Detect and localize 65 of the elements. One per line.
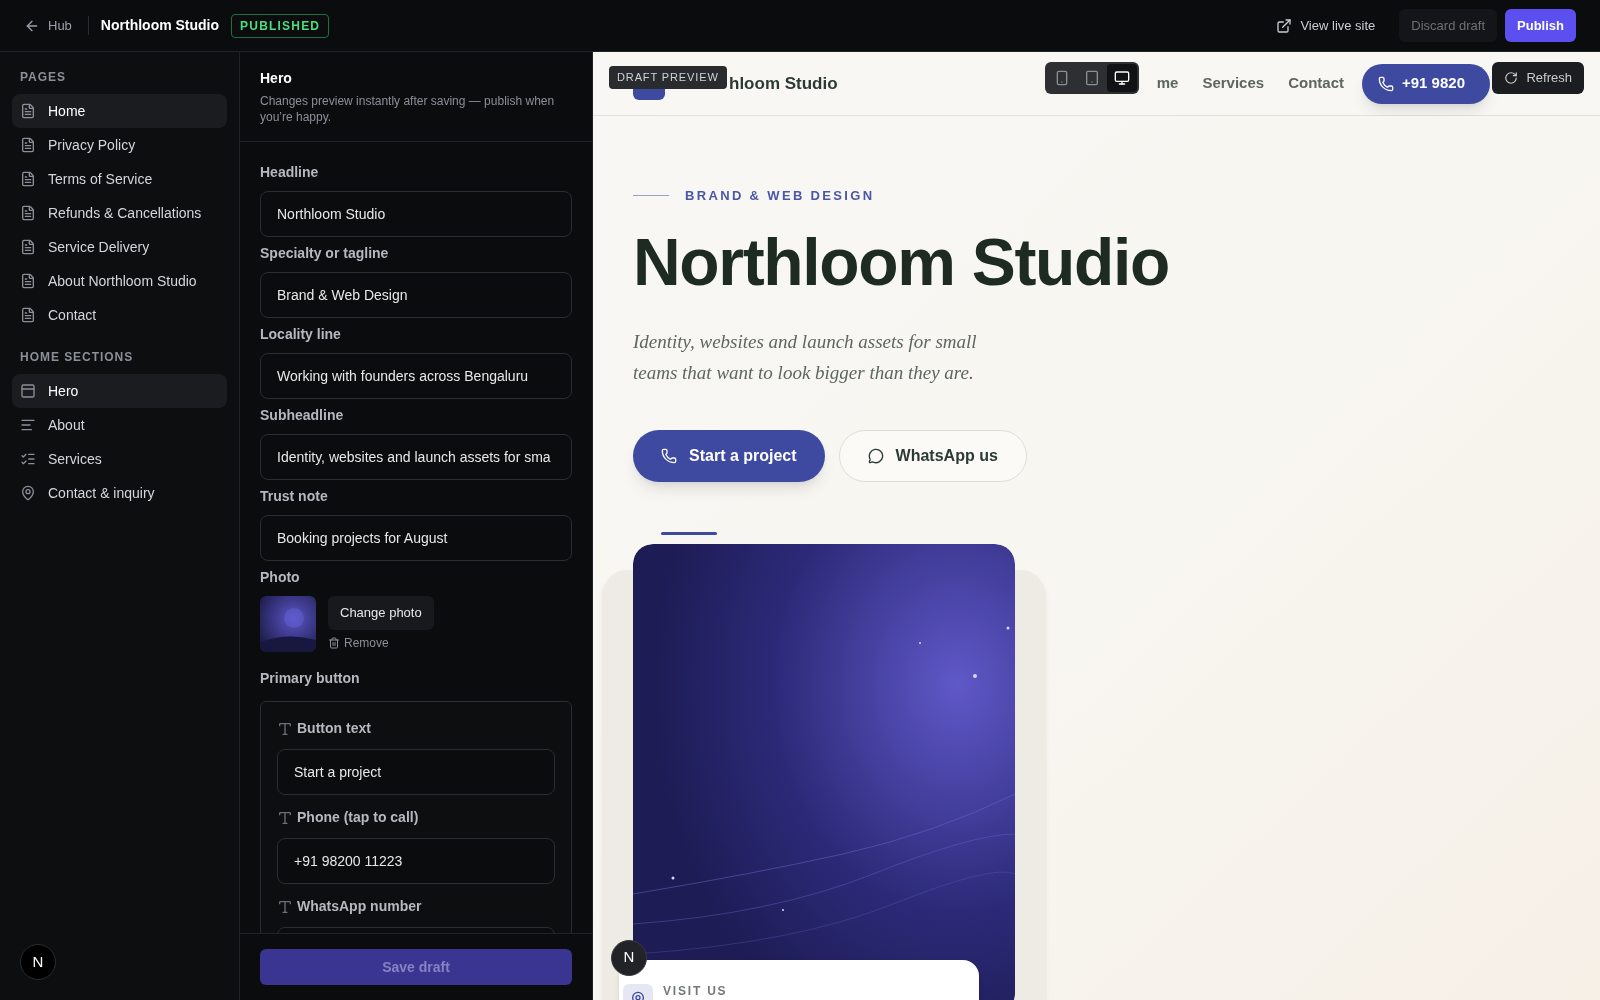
whatsapp-button[interactable]: WhatsApp us [838, 429, 1027, 482]
status-badge: PUBLISHED [231, 13, 330, 38]
text-field[interactable]: +91 98200 11223 [277, 838, 555, 884]
section-heading: HOME SECTIONS [19, 349, 135, 366]
site-name: Northloom Studio [100, 16, 220, 35]
draft-preview-badge: DRAFT PREVIEW [609, 66, 727, 89]
site-nav-link[interactable]: Contact [1288, 72, 1344, 95]
site-brand: hloom Studio [729, 72, 838, 95]
text-field[interactable]: Working with founders across Bengaluru [260, 353, 572, 399]
remove-photo-button[interactable]: Remove [328, 633, 389, 652]
field-label: Locality line [260, 325, 342, 344]
field-label: Photo [260, 568, 301, 587]
sidebar-item[interactable]: Refunds & Cancellations [12, 196, 227, 230]
field-label: Primary button [260, 669, 361, 688]
text-field[interactable]: Brand & Web Design [260, 272, 572, 318]
publish-button[interactable]: Publish [1505, 8, 1576, 43]
sidebar-item[interactable]: Home [12, 94, 227, 128]
sidebar-item-label: Contact & inquiry [48, 483, 155, 503]
sidebar-item-label: About Northloom Studio [48, 271, 197, 291]
back-link[interactable]: Hub [24, 15, 89, 36]
avatar[interactable]: N [20, 944, 56, 980]
field-label: Specialty or tagline [260, 244, 390, 263]
text-field[interactable]: Booking projects for August [260, 515, 572, 561]
site-nav-link[interactable]: me [1156, 72, 1179, 95]
sidebar-item[interactable]: Contact & inquiry [12, 476, 227, 510]
sidebar-item[interactable]: Terms of Service [12, 162, 227, 196]
sidebar-item-label: Services [48, 449, 102, 469]
sidebar-item[interactable]: Privacy Policy [12, 128, 227, 162]
site-phone-button[interactable]: +91 9820 [1362, 63, 1490, 104]
text-field[interactable]: Northloom Studio [260, 191, 572, 237]
sidebar-item[interactable]: Services [12, 442, 227, 476]
refresh-button[interactable]: Refresh [1492, 62, 1584, 94]
section-heading: PAGES [19, 69, 67, 86]
sidebar-item-label: Home [48, 101, 86, 121]
hero-subheadline: Identity, websites and launch assets for small teams that want to look bigger than they are. [633, 329, 978, 385]
field-label: Subheadline [260, 406, 345, 425]
sidebar-item-label: Terms of Service [48, 169, 153, 189]
panel-hint: Changes preview instantly after saving — publish when you’re happy. [260, 93, 556, 125]
visit-label: VISIT US [663, 983, 728, 998]
sidebar-item[interactable]: Contact [12, 298, 227, 332]
sidebar-item-label: About [48, 415, 85, 435]
sidebar-item-label: Hero [48, 381, 79, 401]
change-photo-button[interactable]: Change photo [328, 596, 434, 630]
start-project-button[interactable]: Start a project [633, 429, 825, 482]
field-label: Headline [260, 163, 320, 182]
panel-title: Hero [260, 69, 293, 88]
field-label: Phone (tap to call) [297, 808, 419, 827]
hero-eyebrow: BRAND & WEB DESIGN [685, 187, 875, 205]
site-nav-link[interactable]: Services [1202, 72, 1265, 95]
text-field[interactable]: Identity, websites and launch assets for sma [260, 434, 572, 480]
sidebar-item-label: Contact [48, 305, 97, 325]
sidebar-item-label: Refunds & Cancellations [48, 203, 202, 223]
sidebar-item[interactable]: Hero [12, 374, 227, 408]
hero-headline: Northloom Studio [633, 223, 1171, 301]
discard-draft-button[interactable]: Discard draft [1399, 8, 1498, 43]
sidebar-item-label: Service Delivery [48, 237, 150, 257]
sidebar-item[interactable]: About [12, 408, 227, 442]
sidebar-item-label: Privacy Policy [48, 135, 136, 155]
text-field[interactable]: Start a project [277, 749, 555, 795]
view-live-site-link[interactable]: View live site [1264, 7, 1388, 44]
field-label: Trust note [260, 487, 329, 506]
field-label: WhatsApp number [297, 897, 422, 916]
sidebar-item[interactable]: About Northloom Studio [12, 264, 227, 298]
field-label: Button text [297, 719, 371, 738]
sidebar-item[interactable]: Service Delivery [12, 230, 227, 264]
